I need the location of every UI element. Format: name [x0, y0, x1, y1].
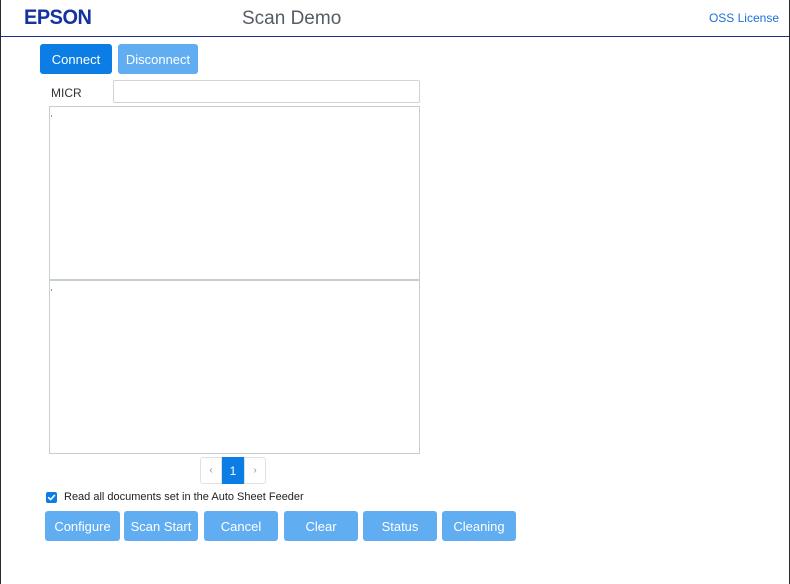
cleaning-button[interactable]: Cleaning [442, 511, 516, 541]
back-image-placeholder [51, 289, 52, 291]
clear-button[interactable]: Clear [284, 511, 358, 541]
configure-button[interactable]: Configure [45, 511, 120, 541]
back-image-pane [49, 280, 420, 454]
front-image-placeholder [51, 115, 52, 117]
pagination: ‹ 1 › [200, 457, 266, 484]
page-title: Scan Demo [242, 8, 342, 29]
read-all-option: Read all documents set in the Auto Sheet… [46, 491, 304, 503]
disconnect-button[interactable]: Disconnect [118, 44, 198, 74]
micr-input[interactable] [113, 80, 420, 103]
header: EPSON Scan Demo OSS License [1, 0, 789, 37]
connect-button[interactable]: Connect [40, 44, 112, 74]
page-1-button[interactable]: 1 [222, 457, 244, 484]
epson-logo: EPSON [24, 6, 92, 29]
cancel-button[interactable]: Cancel [204, 511, 278, 541]
next-page-button[interactable]: › [244, 457, 266, 484]
checkmark-icon [47, 494, 56, 500]
read-all-label: Read all documents set in the Auto Sheet… [64, 491, 304, 503]
status-button[interactable]: Status [363, 511, 437, 541]
read-all-checkbox[interactable] [46, 491, 57, 503]
micr-label: MICR [51, 86, 82, 100]
front-image-pane [49, 106, 420, 280]
oss-license-link[interactable]: OSS License [709, 11, 779, 25]
scan-start-button[interactable]: Scan Start [124, 511, 198, 541]
prev-page-button[interactable]: ‹ [200, 457, 222, 484]
